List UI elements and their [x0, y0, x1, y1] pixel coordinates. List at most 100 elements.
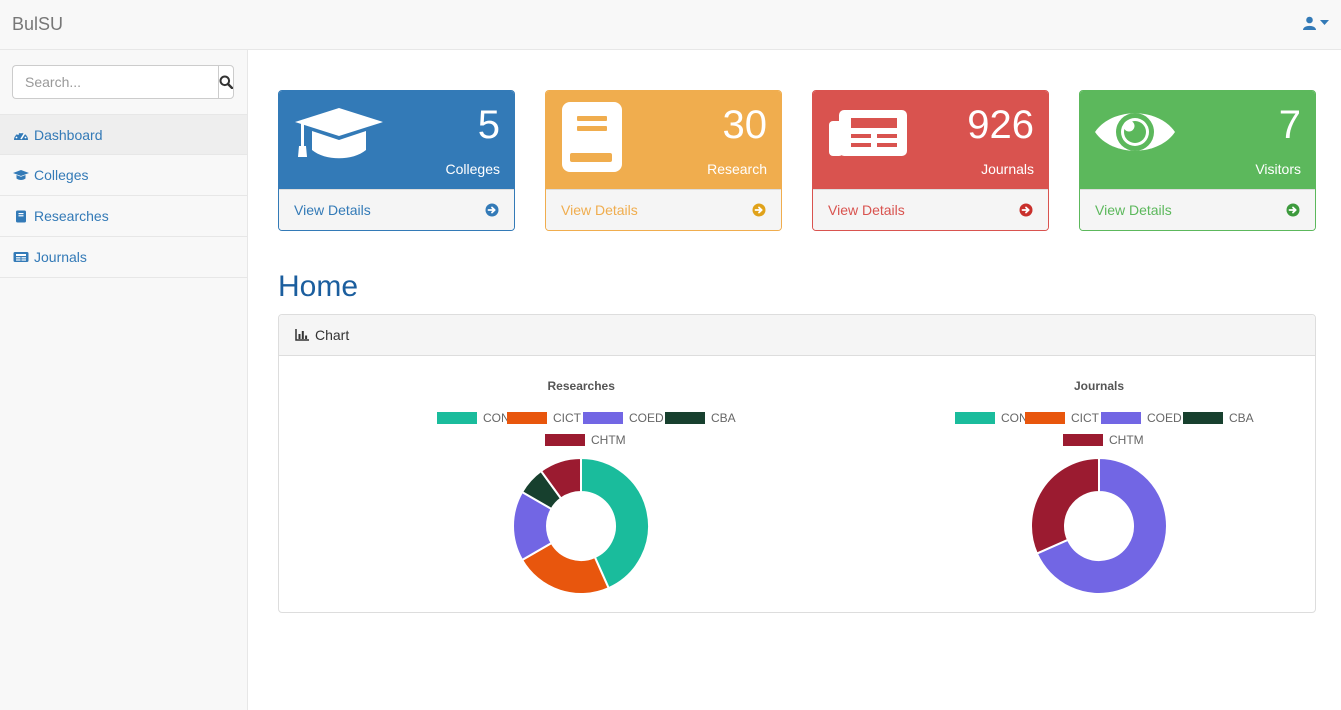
card-heading: 926 Journals: [813, 91, 1048, 189]
journals-doughnut-chart: [1030, 456, 1168, 595]
user-menu-dropdown[interactable]: [1303, 16, 1329, 30]
researches-legend-item[interactable]: CHTM: [545, 433, 626, 447]
view-details-label: View Details: [828, 202, 905, 218]
legend-swatch: [583, 412, 623, 424]
chart-panel: Chart Researches CON CICT COED CBA CHTM Journa…: [278, 314, 1316, 613]
sidebar: Dashboard Colleges Researches: [0, 50, 248, 710]
view-details-link[interactable]: View Details: [279, 189, 514, 230]
sidebar-item-dashboard[interactable]: Dashboard: [0, 114, 247, 155]
legend-label: CICT: [553, 411, 581, 425]
dashboard-icon: [14, 131, 28, 140]
card-heading: 5 Colleges: [279, 91, 514, 189]
top-navbar: BulSU: [0, 0, 1341, 50]
sidebar-item-label: Researches: [34, 208, 109, 224]
card-count: 7: [1278, 103, 1301, 147]
card-count: 926: [967, 103, 1034, 147]
graduation-cap-icon: [295, 108, 383, 159]
sidebar-item-label: Dashboard: [34, 127, 103, 143]
colleges-card: 5 Colleges View Details: [278, 90, 515, 231]
journals-legend-item[interactable]: CHTM: [1063, 433, 1144, 447]
research-card: 30 Research View Details: [545, 90, 782, 231]
sidebar-link-researches[interactable]: Researches: [0, 196, 247, 236]
sidebar-item-label: Journals: [34, 249, 87, 265]
newspaper-icon: [13, 252, 29, 262]
chart-panel-heading: Chart: [279, 315, 1315, 356]
view-details-label: View Details: [1095, 202, 1172, 218]
search-icon: [219, 75, 233, 89]
arrow-circle-right-icon: [485, 203, 499, 217]
legend-label: CBA: [711, 411, 736, 425]
visitors-card: 7 Visitors View Details: [1079, 90, 1316, 231]
researches-doughnut-chart: [512, 456, 650, 595]
card-heading: 30 Research: [546, 91, 781, 189]
card-label: Journals: [981, 161, 1034, 177]
search-button[interactable]: [218, 65, 234, 99]
sidebar-nav: Dashboard Colleges Researches Journals: [0, 114, 247, 278]
bar-chart-icon: [295, 329, 309, 341]
researches-legend-item[interactable]: CICT: [507, 411, 581, 425]
legend-swatch: [437, 412, 477, 424]
researches-legend-item[interactable]: CON: [437, 411, 510, 425]
legend-swatch: [1183, 412, 1223, 424]
legend-swatch: [507, 412, 547, 424]
graduation-cap-icon: [13, 170, 29, 180]
sidebar-link-dashboard[interactable]: Dashboard: [0, 115, 247, 155]
card-label: Visitors: [1255, 161, 1301, 177]
legend-label: CHTM: [1109, 433, 1144, 447]
researches-legend-item[interactable]: CBA: [665, 411, 736, 425]
legend-label: CON: [483, 411, 510, 425]
card-heading: 7 Visitors: [1080, 91, 1315, 189]
sidebar-item-researches[interactable]: Researches: [0, 196, 247, 237]
sidebar-item-journals[interactable]: Journals: [0, 237, 247, 278]
legend-label: COED: [629, 411, 664, 425]
book-icon: [16, 210, 26, 222]
journals-chart-title: Journals: [1074, 379, 1125, 393]
newspaper-icon: [829, 110, 907, 156]
card-count: 30: [722, 103, 768, 147]
arrow-circle-right-icon: [1286, 203, 1300, 217]
card-count: 5: [477, 103, 500, 147]
chart-panel-label: Chart: [315, 327, 350, 343]
legend-swatch: [1063, 434, 1103, 446]
view-details-link[interactable]: View Details: [813, 189, 1048, 230]
journals-legend-item[interactable]: CICT: [1025, 411, 1099, 425]
legend-swatch: [545, 434, 585, 446]
view-details-label: View Details: [561, 202, 638, 218]
legend-label: CON: [1001, 411, 1028, 425]
sidebar-item-colleges[interactable]: Colleges: [0, 155, 247, 196]
sidebar-link-colleges[interactable]: Colleges: [0, 155, 247, 195]
eye-icon: [1095, 113, 1175, 151]
user-icon: [1303, 16, 1316, 30]
card-label: Colleges: [445, 161, 500, 177]
view-details-label: View Details: [294, 202, 371, 218]
search-input[interactable]: [12, 65, 218, 99]
researches-chart-title: Researches: [547, 379, 615, 393]
chart-body: Researches CON CICT COED CBA CHTM Journals CON C…: [279, 356, 1315, 612]
brand-link[interactable]: BulSU: [12, 14, 63, 35]
page-title: Home: [278, 270, 359, 303]
legend-swatch: [665, 412, 705, 424]
view-details-link[interactable]: View Details: [1080, 189, 1315, 230]
caret-down-icon: [1320, 20, 1329, 25]
journals-legend-item[interactable]: CON: [955, 411, 1028, 425]
journals-slice-chtm[interactable]: [1030, 456, 1100, 555]
card-label: Research: [707, 161, 767, 177]
book-icon: [562, 102, 622, 172]
legend-label: CBA: [1229, 411, 1254, 425]
legend-label: CHTM: [591, 433, 626, 447]
legend-swatch: [1101, 412, 1141, 424]
legend-swatch: [955, 412, 995, 424]
sidebar-item-label: Colleges: [34, 167, 89, 183]
legend-swatch: [1025, 412, 1065, 424]
sidebar-link-journals[interactable]: Journals: [0, 237, 247, 277]
legend-label: COED: [1147, 411, 1182, 425]
legend-label: CICT: [1071, 411, 1099, 425]
arrow-circle-right-icon: [752, 203, 766, 217]
journals-card: 926 Journals View Details: [812, 90, 1049, 231]
journals-legend-item[interactable]: COED: [1101, 411, 1182, 425]
search-group: [12, 65, 234, 99]
researches-legend-item[interactable]: COED: [583, 411, 664, 425]
journals-legend-item[interactable]: CBA: [1183, 411, 1254, 425]
arrow-circle-right-icon: [1019, 203, 1033, 217]
view-details-link[interactable]: View Details: [546, 189, 781, 230]
